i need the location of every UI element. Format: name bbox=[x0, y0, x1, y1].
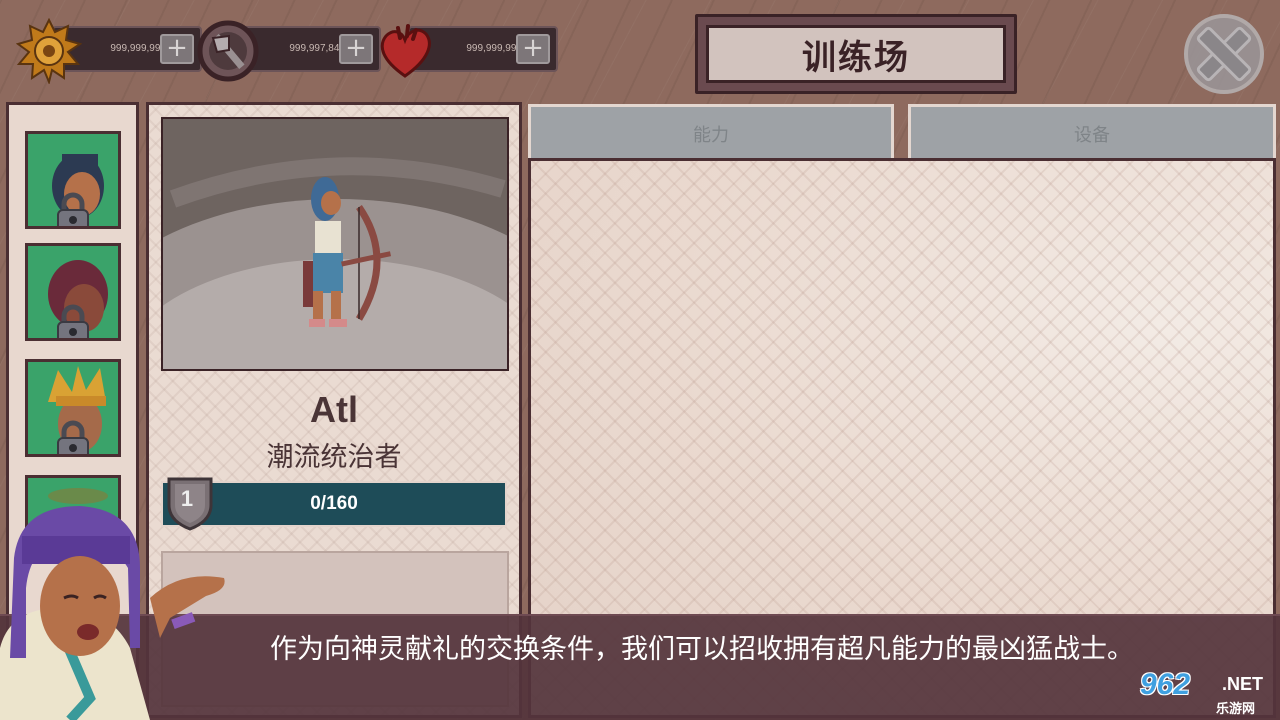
watermark-brand: 962 bbox=[1140, 668, 1191, 701]
lock-icon bbox=[57, 420, 89, 454]
watermark: 962 .NET 乐游网 bbox=[1140, 668, 1276, 718]
narrator-character-icon bbox=[0, 506, 225, 720]
lock-icon bbox=[57, 192, 89, 226]
tab-abilities[interactable]: 能力 bbox=[528, 104, 894, 160]
watermark-sub: 乐游网 bbox=[1216, 702, 1256, 717]
archer-character-icon bbox=[163, 119, 507, 369]
dialogue-text: 作为向神灵献礼的交换条件，我们可以招收拥有超凡能力的最凶猛战士。 bbox=[270, 634, 1134, 665]
add-heart-button[interactable]: + bbox=[516, 34, 550, 64]
add-axe-button[interactable]: + bbox=[339, 34, 373, 64]
heart-icon bbox=[380, 24, 431, 78]
close-icon[interactable] bbox=[1182, 12, 1266, 96]
hero-portrait[interactable] bbox=[25, 131, 121, 229]
title-inner: 训练场 bbox=[706, 25, 1006, 83]
hero-portrait[interactable] bbox=[25, 243, 121, 341]
resource-heart: 999,999,999 + bbox=[372, 18, 558, 82]
tab-equipment-label: 设备 bbox=[1074, 124, 1110, 146]
resource-sun-value: 999,999,999 bbox=[110, 43, 166, 54]
resource-axe: 999,997,841 + bbox=[195, 18, 381, 82]
character-name: Atl bbox=[310, 389, 358, 430]
resource-sun: 999,999,999 + bbox=[16, 18, 202, 84]
watermark-suffix: .NET bbox=[1222, 674, 1264, 694]
character-preview bbox=[161, 117, 509, 371]
stone-axe-icon bbox=[197, 20, 259, 82]
tab-abilities-label: 能力 bbox=[693, 124, 729, 146]
hero-portrait[interactable] bbox=[25, 359, 121, 457]
character-title: 潮流统治者 bbox=[266, 442, 402, 473]
page-title: 训练场 bbox=[802, 37, 910, 78]
resource-heart-value: 999,999,999 bbox=[466, 43, 522, 54]
resource-axe-value: 999,997,841 bbox=[289, 43, 345, 54]
title-plate: 训练场 bbox=[695, 14, 1017, 94]
add-sun-button[interactable]: + bbox=[160, 34, 194, 64]
lock-icon bbox=[57, 304, 89, 338]
tab-equipment[interactable]: 设备 bbox=[908, 104, 1276, 160]
sun-medallion-icon bbox=[16, 18, 82, 84]
